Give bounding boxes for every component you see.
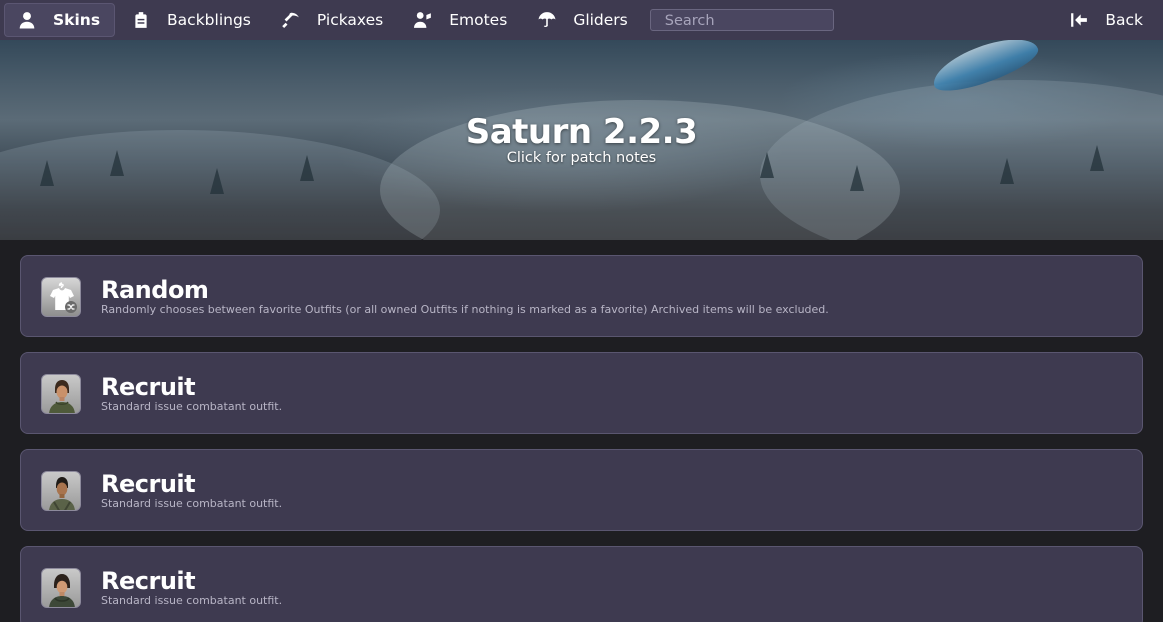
item-description: Standard issue combatant outfit.	[101, 497, 283, 510]
item-list: Random Randomly chooses between favorite…	[20, 255, 1143, 622]
banner-tree	[210, 168, 224, 194]
recruit-portrait-icon	[41, 568, 81, 608]
nav-tab-label: Emotes	[449, 11, 508, 29]
emote-icon	[413, 11, 433, 29]
nav-tab-label: Backblings	[167, 11, 251, 29]
recruit-portrait-icon	[41, 374, 81, 414]
nav-tab-label: Pickaxes	[316, 11, 384, 29]
page-title: Saturn 2.2.3	[465, 112, 698, 152]
item-name: Recruit	[101, 567, 196, 595]
search-input[interactable]	[649, 9, 834, 31]
nav-tab-label: Skins	[53, 11, 101, 29]
user-icon	[17, 11, 37, 29]
recruit-portrait-icon	[41, 471, 81, 511]
item-description: Standard issue combatant outfit.	[101, 594, 283, 607]
list-item-recruit[interactable]: Recruit Standard issue combatant outfit.	[20, 352, 1143, 434]
item-name: Random	[101, 276, 209, 304]
nav-tab-gliders[interactable]: Gliders	[525, 3, 641, 37]
patch-notes-link[interactable]: Click for patch notes	[0, 150, 1163, 166]
pickaxe-icon	[281, 11, 301, 29]
nav-tab-label: Gliders	[573, 11, 628, 29]
nav-tab-skins[interactable]: Skins	[4, 3, 116, 37]
nav-tab-emotes[interactable]: Emotes	[401, 3, 521, 37]
random-shirt-icon	[41, 277, 81, 317]
hero-banner: Saturn 2.2.3 Click for patch notes	[0, 40, 1163, 240]
item-description: Randomly chooses between favorite Outfit…	[101, 303, 829, 316]
nav-tab-backblings[interactable]: Backblings	[119, 3, 265, 37]
list-item-random[interactable]: Random Randomly chooses between favorite…	[20, 255, 1143, 337]
banner-tree	[850, 165, 864, 191]
item-name: Recruit	[101, 373, 196, 401]
top-nav-bar: Skins Backblings Pickaxes Emotes Gliders…	[0, 0, 1163, 40]
item-description: Standard issue combatant outfit.	[101, 400, 283, 413]
backpack-icon	[131, 11, 151, 29]
item-name: Recruit	[101, 470, 196, 498]
back-button[interactable]: Back	[1057, 3, 1157, 37]
list-item-recruit[interactable]: Recruit Standard issue combatant outfit.	[20, 449, 1143, 531]
back-label: Back	[1105, 11, 1143, 29]
nav-tab-pickaxes[interactable]: Pickaxes	[269, 3, 397, 37]
list-item-recruit[interactable]: Recruit Standard issue combatant outfit.	[20, 546, 1143, 622]
back-arrow-icon	[1069, 11, 1089, 29]
umbrella-icon	[537, 11, 557, 29]
